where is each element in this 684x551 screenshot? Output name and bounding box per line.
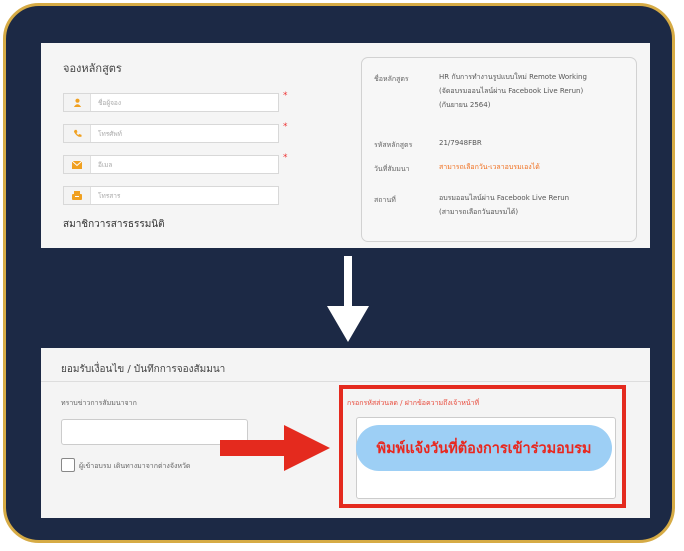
venue-line: อบรมออนไลน์ผ่าน Facebook Live Rerun — [439, 194, 570, 202]
highlight-box: กรอกรหัสส่วนลด / ฝากข้อความถึงเจ้าหน้าที… — [339, 385, 626, 508]
confirm-booking-panel: ยอมรับเงื่อนไข / บันทึกการจองสัมมนา ทราบ… — [41, 348, 650, 518]
course-code: 21/7948FBR — [439, 139, 482, 147]
section-title: จองหลักสูตร — [63, 62, 122, 75]
fax-icon — [64, 187, 91, 204]
date-label: วันที่สัมมนา — [374, 165, 410, 173]
course-code-label: รหัสหลักสูตร — [374, 141, 413, 149]
venue: อบรมออนไลน์ผ่าน Facebook Live Rerun (สาม… — [439, 191, 629, 219]
membership-label: สมาชิกวารสารธรรมนิติ — [63, 219, 165, 230]
required-mark: * — [283, 153, 288, 163]
venue-line: (สามารถเลือกวันอบรมได้) — [439, 208, 519, 216]
section-title: ยอมรับเงื่อนไข / บันทึกการจองสัมมนา — [61, 364, 226, 375]
fax-field[interactable]: โทรสาร — [63, 186, 279, 205]
required-mark: * — [283, 122, 288, 132]
course-name-line: (กันยายน 2564) — [439, 101, 491, 109]
arrow-down-icon — [327, 256, 369, 342]
course-name-label: ชื่อหลักสูตร — [374, 75, 409, 83]
venue-label: สถานที่ — [374, 196, 396, 204]
course-info-box: ชื่อหลักสูตร HR กับการทำงานรูปแบบใหม่ Re… — [361, 57, 637, 242]
checkbox-label: ผู้เข้าอบรม เดินทางมาจากต่างจังหวัด — [79, 462, 191, 470]
divider — [41, 381, 650, 382]
date-value: สามารถเลือกวัน-เวลาอบรมเองได้ — [439, 163, 540, 171]
booker-name-field[interactable]: ชื่อผู้จอง — [63, 93, 279, 112]
out-of-town-checkbox[interactable] — [61, 458, 75, 472]
booking-form-panel: จองหลักสูตร ชื่อผู้จอง * โทรศัพท์ * อีเม… — [41, 43, 650, 248]
required-mark: * — [283, 91, 288, 101]
arrow-right-icon — [220, 425, 330, 471]
phone-field[interactable]: โทรศัพท์ — [63, 124, 279, 143]
source-label: ทราบข่าวการสัมมนาจาก — [61, 399, 137, 407]
email-field[interactable]: อีเมล — [63, 155, 279, 174]
tutorial-frame: จองหลักสูตร ชื่อผู้จอง * โทรศัพท์ * อีเม… — [3, 3, 675, 543]
phone-icon — [64, 125, 91, 142]
course-name: HR กับการทำงานรูปแบบใหม่ Remote Working … — [439, 70, 629, 112]
field-placeholder: อีเมล — [98, 161, 113, 169]
user-icon — [64, 94, 91, 111]
field-placeholder: โทรสาร — [98, 192, 121, 200]
course-name-line: (จัดอบรมออนไลน์ผ่าน Facebook Live Rerun) — [439, 87, 584, 95]
field-placeholder: โทรศัพท์ — [98, 130, 122, 138]
field-placeholder: ชื่อผู้จอง — [98, 99, 122, 107]
mail-icon — [64, 156, 91, 173]
callout-bubble: พิมพ์แจ้งวันที่ต้องการเข้าร่วมอบรม — [356, 425, 612, 471]
course-name-line: HR กับการทำงานรูปแบบใหม่ Remote Working — [439, 73, 587, 81]
note-label: กรอกรหัสส่วนลด / ฝากข้อความถึงเจ้าหน้าที… — [347, 399, 480, 407]
